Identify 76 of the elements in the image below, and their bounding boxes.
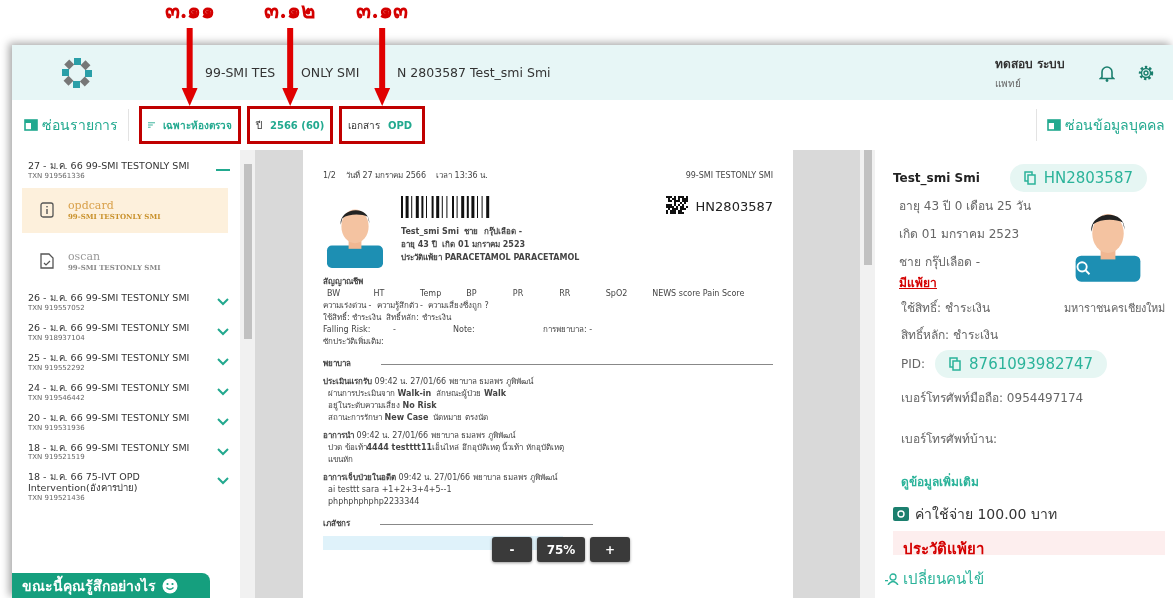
risk-field: Falling Risk: <box>323 324 393 336</box>
patient-title: N 2803587 Test_smi Smi <box>397 65 551 80</box>
entry-line: ai testtt sara +1+2+3+4+5--1 <box>327 484 453 496</box>
vital-label: BW <box>327 288 342 300</box>
vital-label: PR <box>512 288 525 300</box>
allergy-link[interactable]: มีแพ้ยา <box>899 273 1032 292</box>
vitals-title: สัญญาณชีพ <box>323 276 363 288</box>
section-title: เภสัชกร <box>323 518 350 530</box>
document-name: opdcard <box>68 199 115 213</box>
patient-name: Test_smi Smi <box>893 171 980 185</box>
main-right: สิทธิ์หลัก: ชำระเงิน <box>901 325 998 344</box>
vital-label: RR <box>559 288 572 300</box>
annotation-label: ๓.๑๑ <box>164 0 216 25</box>
visit-title: 20 - ม.ค. 66 99-SMI TESTONLY SMI <box>28 412 191 424</box>
vital-label: NEWS score Pain Score <box>652 288 746 300</box>
visit-title: 25 - ม.ค. 66 99-SMI TESTONLY SMI <box>28 352 191 364</box>
site-name: ONLY SMI <box>301 65 361 80</box>
history-label: ซักประวัติเพิ่มเติม: <box>323 336 384 348</box>
info-line: ใช้สิทธิ์: ชำระเงิน สิทธิ์หลัก: ชำระเงิน <box>323 312 451 324</box>
visit-title: 27 - ม.ค. 66 99-SMI TESTONLY SMI <box>28 161 191 172</box>
zoom-in-button[interactable]: + <box>590 537 630 562</box>
entry-heading: อาการเจ็บป่วยในอดีต 09:42 น. 27/01/66 พยาบาล ธมลพร ภูพิพัฒน์ <box>323 472 559 484</box>
document-label: เอกสาร <box>348 118 380 133</box>
page-number: 1/2 <box>323 170 336 182</box>
document-site: 99-SMI TESTONLY SMI <box>685 170 773 182</box>
user-name: ทดสอบ ระบบ <box>994 56 1065 73</box>
entry-line: phphphphphp2233344 <box>327 496 421 508</box>
risk-field: - <box>393 324 453 336</box>
filter-value: เฉพาะห้องตรวจ <box>163 118 232 133</box>
filter-option[interactable]: ปี 2566 (60) <box>247 106 333 144</box>
entry-line: ผ่านการประเมินจาก Walk-in ลักษณะผู้ป่วย Walk <box>327 388 507 400</box>
risk-field: การพยาบาล: - <box>543 324 663 336</box>
patient-line: อายุ 43 ปี เกิด 01 มกราคม 2523 <box>401 239 527 251</box>
year-value: 2566 (60) <box>270 119 325 131</box>
vital-label: BP <box>466 288 478 300</box>
vital-label: SpO2 <box>605 288 629 300</box>
visit-title: 18 - ม.ค. 66 99-SMI TESTONLY SMI <box>28 442 191 453</box>
home-phone: เบอร์โทรศัพท์บ้าน: <box>901 431 998 448</box>
site-name: 99-SMI TES <box>205 65 277 80</box>
document-value: OPD <box>388 119 413 131</box>
right-label: ใช้สิทธิ์: ชำระเงิน <box>901 298 990 317</box>
document-hn: HN2803587 <box>695 198 773 217</box>
user-role: แพทย์ <box>994 77 1022 91</box>
visit-title: 24 - ม.ค. 66 99-SMI TESTONLY SMI <box>28 382 191 394</box>
allergy-history-title: ประวัติแพ้ยา <box>903 540 984 558</box>
vital-label: HT <box>373 288 386 300</box>
patient-birth: เกิด 01 มกราคม 2523 <box>899 226 1021 243</box>
section-title: พยาบาล <box>323 358 351 370</box>
patient-line: ประวัติแพ้ยา PARACETAMOL PARACETAMOL <box>401 252 580 264</box>
pid-label: PID: <box>901 357 926 371</box>
info-line: ความเร่งด่วน - ความรู้สึกตัว - ความเสี่ยงซึ่งถูก ? <box>323 300 489 312</box>
visit-title: 26 - ม.ค. 66 99-SMI TESTONLY SMI <box>28 292 191 304</box>
entry-line: สถานะการรักษา New Case นัดหมาย ตรงนัด <box>327 412 489 424</box>
visit-title: 26 - ม.ค. 66 99-SMI TESTONLY SMI <box>28 322 191 334</box>
visit-title: 18 - ม.ค. 66 75-IVT OPD Intervention(อังคารบ่าย) <box>28 472 141 494</box>
annotation-label: ๓.๑๓ <box>356 0 408 25</box>
risk-field: Note: <box>453 324 543 336</box>
mobile-phone: เบอร์โทรศัพท์มือถือ: 0954497174 <box>901 390 1084 407</box>
document-date: วันที่ 27 มกราคม 2566 <box>345 170 427 182</box>
annotation-label: ๓.๑๒ <box>264 0 316 25</box>
zoom-out-button[interactable]: - <box>492 537 532 562</box>
year-label: ปี <box>256 118 262 133</box>
document-name: oscan <box>68 250 102 264</box>
entry-line: ปวด ข้อเท้า4444 testttt11เอ็นไหล่ อึกอุบัติเหตุ นิ้วเท้า หักอุบัติเหตุ แขนหัก <box>327 442 565 466</box>
zoom-level[interactable]: 75% <box>537 537 585 562</box>
patient-age: อายุ 43 ปี 0 เดือน 25 วัน <box>899 198 1032 215</box>
entry-line: อยู่ในระดับความเสี่ยง No Risk <box>327 400 438 412</box>
entry-heading: ประเมินแรกรับ 09:42 น. 27/01/66 พยาบาล ธมลพร ภูพิพัฒน์ <box>323 376 535 388</box>
entry-heading: อาการนำ 09:42 น. 27/01/66 พยาบาล ธมลพร ภูพิพัฒน์ <box>323 430 517 442</box>
patient-sex-blood: ชาย กรุ๊ปเลือด - <box>899 254 981 271</box>
cost-text: ค่าใช้จ่าย 100.00 บาท <box>915 505 1057 524</box>
vital-label: Temp <box>419 288 443 300</box>
filter-option[interactable]: เอกสาร OPD <box>339 106 425 144</box>
hospital-name: มหาราชนครเชียงใหม่ <box>1064 300 1165 317</box>
document-time: เวลา 13:36 น. <box>436 170 488 182</box>
patient-line: Test_smi Smi ชาย กรุ๊ปเลือด - <box>401 226 524 238</box>
